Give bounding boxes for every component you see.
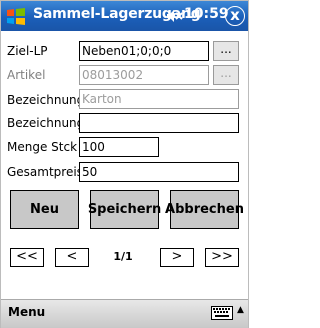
save-button[interactable]: Speichern xyxy=(88,190,161,229)
artikel-field: 08013002 xyxy=(79,65,209,85)
artikel-browse-button: ... xyxy=(213,65,239,85)
ziel-lp-field[interactable]: Neben01;0;0;0 xyxy=(79,41,209,61)
pda-screen: Sammel-Lagerzugang 10:59 x Ziel-LP Neben… xyxy=(0,0,249,328)
speaker-muted-icon[interactable] xyxy=(166,9,184,23)
bottom-menu-bar: Menu ▲ xyxy=(1,299,248,328)
keyboard-icon[interactable] xyxy=(211,306,233,320)
prev-page-button[interactable]: < xyxy=(55,248,89,267)
menge-label: Menge Stck xyxy=(7,140,78,154)
close-button[interactable]: x xyxy=(225,6,245,26)
bezeichnung-field: Karton xyxy=(79,89,239,109)
ziel-lp-label: Ziel-LP xyxy=(7,44,48,58)
artikel-label: Artikel xyxy=(7,68,46,82)
gesamtpreis-field[interactable]: 50 xyxy=(79,162,239,182)
bezeichnung-label: Bezeichnung xyxy=(7,93,85,107)
title-bar: Sammel-Lagerzugang 10:59 x xyxy=(1,1,248,31)
bezeichnung2-label: Bezeichnung xyxy=(7,116,85,130)
bezeichnung2-field[interactable] xyxy=(79,113,239,133)
gesamtpreis-label: Gesamtpreis xyxy=(7,165,83,179)
page-indicator: 1/1 xyxy=(113,250,133,263)
next-page-button[interactable]: > xyxy=(160,248,194,267)
menu-softkey[interactable]: Menu xyxy=(8,305,45,319)
input-menu-arrow-icon[interactable]: ▲ xyxy=(237,305,244,315)
last-page-button[interactable]: >> xyxy=(205,248,239,267)
first-page-button[interactable]: << xyxy=(10,248,44,267)
cancel-button[interactable]: Abbrechen xyxy=(165,190,244,229)
clock[interactable]: 10:59 xyxy=(184,6,229,22)
windows-flag-icon[interactable] xyxy=(5,7,27,26)
ziel-lp-browse-button[interactable]: ... xyxy=(213,41,239,61)
menge-field[interactable]: 100 xyxy=(79,137,159,157)
new-button[interactable]: Neu xyxy=(10,190,79,229)
